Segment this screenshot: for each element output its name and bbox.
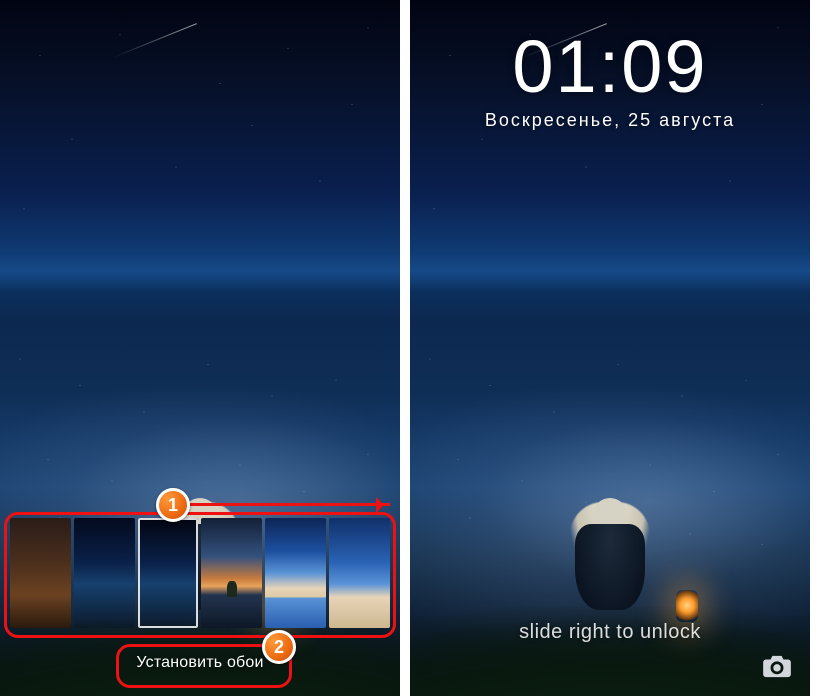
wallpaper-thumb-2[interactable] xyxy=(74,518,135,628)
lockscreen-date: Воскресенье, 25 августа xyxy=(410,110,810,131)
lockscreen-time: 01:09 xyxy=(410,30,810,104)
wallpaper-thumb-3[interactable] xyxy=(138,518,199,628)
set-wallpaper-button[interactable]: Установить обои xyxy=(122,648,277,678)
lockscreen-wallpaper xyxy=(410,306,810,571)
wallpaper-thumbnail-strip[interactable] xyxy=(10,518,390,628)
camera-icon[interactable] xyxy=(762,654,792,678)
camera-icon-svg xyxy=(762,654,792,678)
unlock-hint[interactable]: slide right to unlock xyxy=(410,621,810,644)
wallpaper-thumb-6[interactable] xyxy=(329,518,390,628)
screen-lockscreen[interactable]: 01:09 Воскресенье, 25 августа slide righ… xyxy=(410,0,810,696)
annotation-badge-1: 1 xyxy=(156,488,190,522)
screen-wallpaper-picker: Установить обои 1 2 xyxy=(0,0,400,696)
lockscreen-clock: 01:09 Воскресенье, 25 августа xyxy=(410,30,810,131)
wallpaper-thumb-5[interactable] xyxy=(265,518,326,628)
annotation-arrow-swipe xyxy=(190,503,390,506)
wallpaper-thumb-1[interactable] xyxy=(10,518,71,628)
wallpaper-thumb-4[interactable] xyxy=(201,518,262,628)
